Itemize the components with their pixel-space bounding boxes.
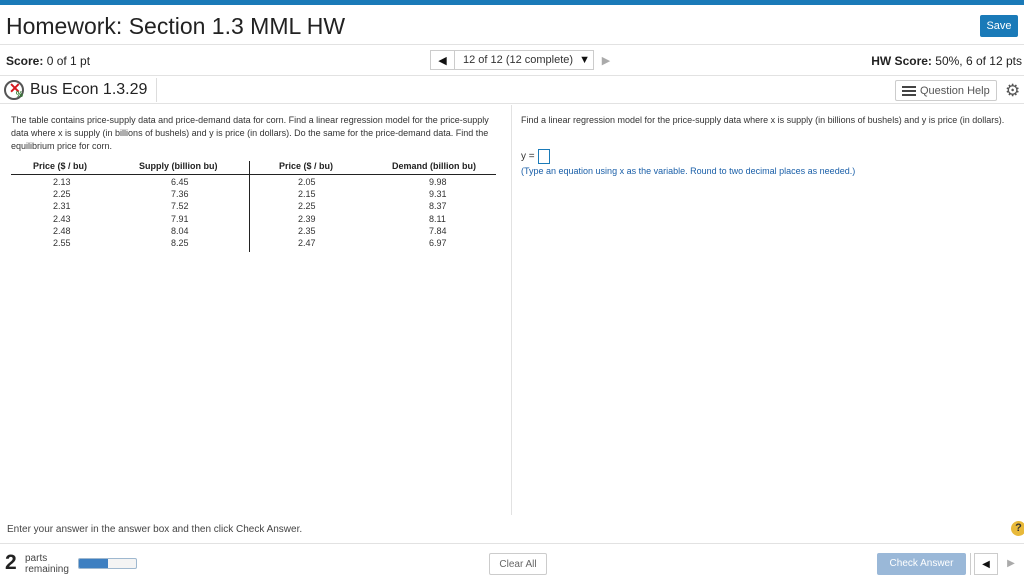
parts-remaining-label: parts remaining [25,553,69,575]
question-id-label: Bus Econ 1.3.29 [30,81,148,98]
question-help-label: Question Help [920,84,990,97]
table-cell: 2.48 [53,225,71,236]
problem-statement: The table contains price-supply data and… [11,115,489,151]
table-cell: 7.84 [429,225,447,236]
question-id: ✕ % Bus Econ 1.3.29 [4,78,157,102]
table-cell: 2.15 [298,189,316,200]
chevron-right-icon: ▶ [601,54,611,67]
help-icon[interactable]: ? [1011,521,1024,536]
list-icon [902,85,916,96]
table-header: Price ($ / bu) [279,161,334,171]
previous-question-button[interactable]: ◀ [974,553,998,575]
next-question-button[interactable]: ▶ [1000,553,1022,575]
table-cell: 2.31 [53,201,71,212]
page-title: Homework: Section 1.3 MML HW [6,13,346,39]
title-bar: Homework: Section 1.3 MML HW Save [0,5,1024,45]
table-cell: 6.45 [171,177,189,187]
next-question-button[interactable]: ▶ [594,50,618,70]
caret-down-icon: ▼ [579,54,590,66]
table-cell: 2.25 [298,201,316,212]
table-cell: 2.05 [298,177,316,187]
answer-pane: Find a linear regression model for the p… [513,105,1024,515]
save-button[interactable]: Save [980,15,1018,37]
answer-hint: (Type an equation using x as the variabl… [521,166,856,176]
hw-score-display: HW Score: 50%, 6 of 12 pts [871,54,1022,68]
table-cell: 8.11 [429,213,446,224]
table-header: Price ($ / bu) [33,161,88,171]
table-cell: 8.04 [171,225,189,236]
nav-divider [970,553,971,575]
answer-prompt: Find a linear regression model for the p… [521,115,1005,125]
table-cell: 2.55 [53,238,71,248]
chevron-left-icon: ◀ [982,559,990,570]
table-header: Supply (billion bu) [139,161,218,171]
progress-fill [79,559,108,568]
equation-row: y = [521,149,550,164]
table-cell: 7.52 [171,201,189,212]
hw-score-label: HW Score: [871,54,932,68]
clear-all-button[interactable]: Clear All [489,553,547,575]
previous-question-button[interactable]: ◀ [430,50,454,70]
table-cell: 9.31 [429,189,447,200]
problem-pane: The table contains price-supply data and… [0,105,512,515]
table-cell: 2.47 [298,238,316,248]
question-help-button[interactable]: Question Help [895,80,997,101]
question-bar: ✕ % Bus Econ 1.3.29 Question Help ⚙ [0,77,1024,104]
table-column-divider [249,161,250,252]
table-cell: 7.36 [171,189,189,200]
table-cell: 7.91 [171,213,189,224]
score-bar: Score: 0 of 1 pt ◀ 12 of 12 (12 complete… [0,46,1024,76]
table-cell: 8.37 [429,201,447,212]
answer-input[interactable] [537,149,550,164]
incorrect-status-icon: ✕ % [4,80,24,100]
gear-icon[interactable]: ⚙ [1005,81,1020,101]
parts-progress-bar [78,558,137,569]
table-header-divider [11,174,496,175]
question-select[interactable]: 12 of 12 (12 complete) ▼ [454,50,594,70]
chevron-right-icon: ▶ [1007,558,1015,569]
check-answer-button[interactable]: Check Answer [877,553,966,575]
table-cell: 2.43 [53,213,71,224]
table-cell: 8.25 [171,238,189,248]
table-cell: 9.98 [429,177,447,187]
instructions-text: Enter your answer in the answer box and … [7,524,303,535]
table-header: Demand (billion bu) [392,161,476,171]
table-cell: 6.97 [429,238,447,248]
parts-remaining-count: 2 [5,551,17,574]
table-cell: 2.35 [298,225,316,236]
table-cell: 2.13 [53,177,71,187]
table-cell: 2.39 [298,213,316,224]
table-cell: 2.25 [53,189,71,200]
bottom-bar: 2 parts remaining Clear All Check Answer… [0,543,1024,578]
score-display: Score: 0 of 1 pt [6,54,90,68]
equation-prefix: y = [521,151,535,162]
question-select-label: 12 of 12 (12 complete) [463,54,574,66]
question-navigator: ◀ 12 of 12 (12 complete) ▼ ▶ [430,50,618,70]
score-value: 0 of 1 pt [46,54,91,68]
hw-score-value: 50%, 6 of 12 pts [935,54,1022,68]
score-label: Score: [6,54,44,68]
chevron-left-icon: ◀ [438,54,447,67]
